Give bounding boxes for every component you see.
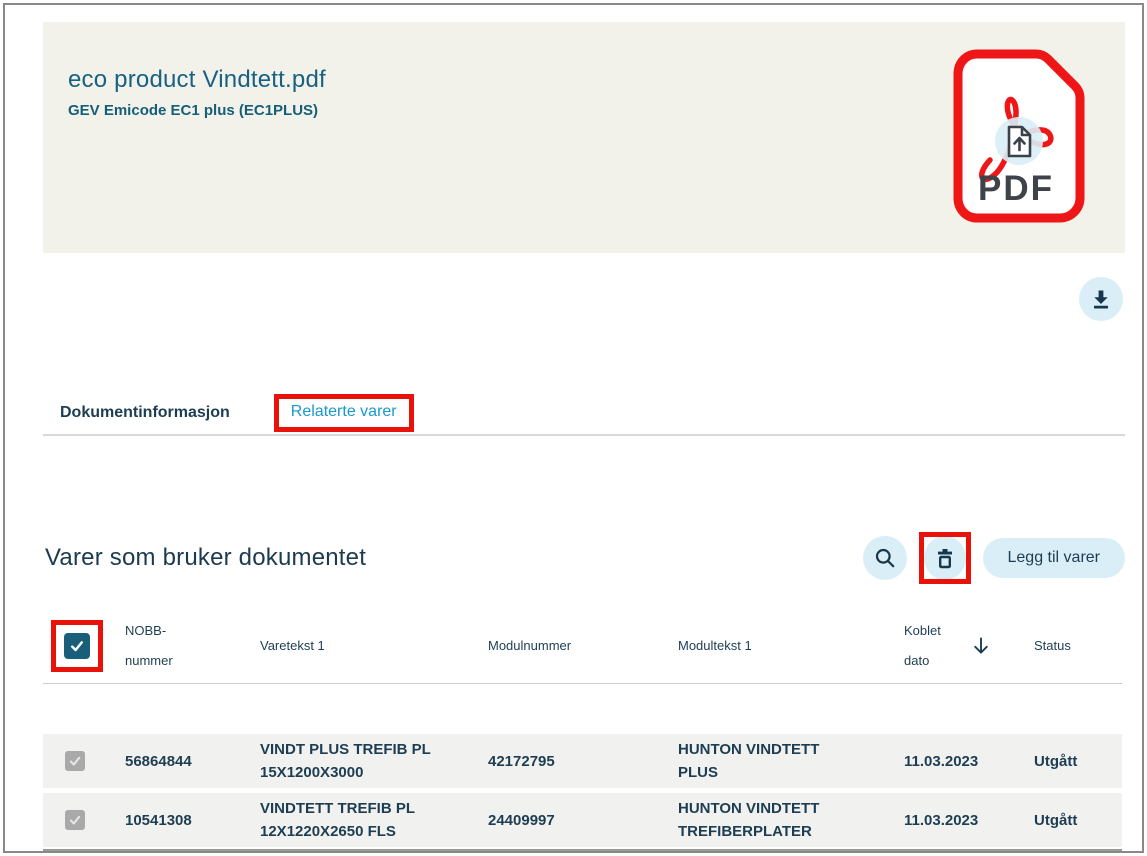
table-row[interactable]: 10541308 VINDTETT TREFIB PL 12X1220X2650… — [43, 793, 1122, 847]
cell-status: Utgått — [1034, 753, 1122, 770]
add-items-button[interactable]: Legg til varer — [983, 538, 1126, 578]
document-title: eco product Vindtett.pdf — [68, 66, 326, 94]
download-icon — [1089, 287, 1113, 311]
section-heading: Varer som bruker dokumentet — [45, 544, 366, 572]
pdf-badge-label: PDF — [978, 169, 1054, 208]
cell-modultekst-1: HUNTON VINDTETT TREFIBERPLATER — [678, 797, 848, 844]
table-header-row: NOBB-nummer Varetekst 1 Modulnummer Modu… — [43, 608, 1122, 684]
delete-button[interactable] — [924, 536, 966, 580]
annotation-box-delete — [919, 532, 971, 584]
column-header-koblet-dato: Koblet dato — [904, 616, 950, 676]
annotation-box-select-all — [51, 620, 103, 672]
section-header: Varer som bruker dokumentet Legg til var… — [43, 528, 1125, 588]
upload-document-icon — [1009, 127, 1030, 156]
checkmark-icon — [69, 638, 85, 654]
search-icon — [873, 546, 897, 570]
column-header-nobb-nummer: NOBB-nummer — [125, 616, 187, 676]
cell-modultekst-1: HUNTON VINDTETT PLUS — [678, 738, 848, 785]
tab-relaterte-varer[interactable]: Relaterte varer — [291, 403, 397, 421]
cell-nobb-nummer: 10541308 — [125, 812, 260, 829]
column-header-modulnummer: Modulnummer — [488, 638, 678, 653]
pdf-file-icon: PDF — [952, 48, 1086, 224]
cell-nobb-nummer: 56864844 — [125, 753, 260, 770]
column-header-status: Status — [1034, 638, 1122, 653]
trash-icon — [933, 546, 957, 570]
select-all-checkbox[interactable] — [64, 633, 90, 659]
sort-descending-icon[interactable] — [970, 635, 992, 657]
cell-modulnummer: 24409997 — [488, 812, 678, 829]
document-banner: eco product Vindtett.pdf GEV Emicode EC1… — [43, 22, 1125, 253]
document-detail-page: eco product Vindtett.pdf GEV Emicode EC1… — [0, 0, 1147, 856]
cell-koblet-dato: 11.03.2023 — [904, 753, 1034, 770]
table-body: 56864844 VINDT PLUS TREFIB PL 15X1200X30… — [43, 734, 1122, 851]
cell-koblet-dato: 11.03.2023 — [904, 812, 1034, 829]
checkmark-icon — [68, 813, 82, 827]
checkmark-icon — [68, 754, 82, 768]
column-header-modultekst-1: Modultekst 1 — [678, 638, 904, 653]
table-bottom-divider — [43, 849, 1122, 851]
cell-modulnummer: 42172795 — [488, 753, 678, 770]
search-button[interactable] — [863, 536, 907, 580]
row-checkbox[interactable] — [65, 751, 85, 771]
tab-dokumentinformasjon[interactable]: Dokumentinformasjon — [60, 404, 230, 422]
row-checkbox[interactable] — [65, 810, 85, 830]
table-row[interactable]: 56864844 VINDT PLUS TREFIB PL 15X1200X30… — [43, 734, 1122, 788]
annotation-box-active-tab: Relaterte varer — [274, 394, 414, 432]
tab-bar: Dokumentinformasjon Relaterte varer — [43, 392, 1125, 436]
related-items-table: NOBB-nummer Varetekst 1 Modulnummer Modu… — [43, 608, 1122, 851]
cell-status: Utgått — [1034, 812, 1122, 829]
download-button[interactable] — [1079, 277, 1123, 321]
document-subtitle: GEV Emicode EC1 plus (EC1PLUS) — [68, 102, 326, 119]
column-header-varetekst-1: Varetekst 1 — [260, 638, 488, 653]
cell-varetekst-1: VINDTETT TREFIB PL 12X1220X2650 FLS — [260, 797, 472, 844]
cell-varetekst-1: VINDT PLUS TREFIB PL 15X1200X3000 — [260, 738, 472, 785]
